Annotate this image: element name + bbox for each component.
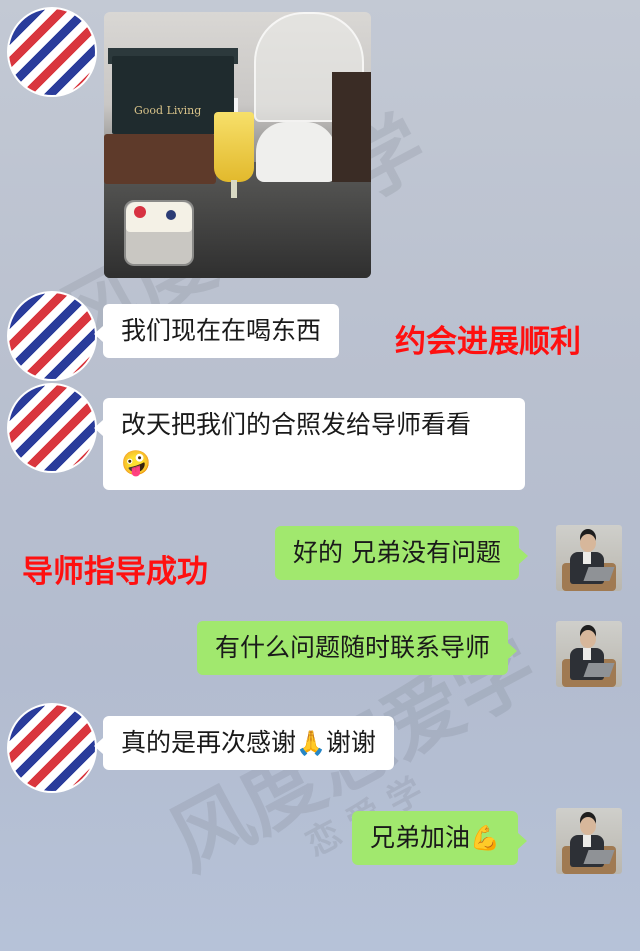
- photo-blueberry: [166, 210, 176, 220]
- message-text: 谢谢: [325, 728, 376, 757]
- chat-message-other[interactable]: 我们现在在喝东西: [93, 304, 340, 358]
- contact-avatar[interactable]: [7, 703, 97, 793]
- photo-brown-box: [332, 72, 371, 182]
- message-text: 兄弟加油: [370, 823, 471, 852]
- message-text: 改天把我们的合照发给导师看看: [121, 410, 472, 439]
- zany-face-emoji-icon: 🤪: [121, 449, 151, 477]
- avatar-person-head: [580, 630, 596, 648]
- chat-message-self[interactable]: 兄弟加油💪: [352, 811, 527, 865]
- photo-chest: [104, 134, 216, 184]
- user-avatar[interactable]: [556, 621, 622, 687]
- chat-message-self[interactable]: 有什么问题随时联系导师: [197, 621, 518, 675]
- avatar-laptop: [583, 663, 615, 677]
- message-text: 我们现在在喝东西: [121, 316, 322, 345]
- message-text: 真的是再次感谢: [121, 728, 297, 757]
- avatar-person-head: [580, 817, 596, 835]
- folded-hands-emoji-icon: 🙏: [296, 729, 326, 757]
- avatar-laptop: [583, 567, 615, 581]
- photo-message[interactable]: Good Living: [104, 12, 371, 278]
- user-avatar[interactable]: [556, 525, 622, 591]
- photo-glass-stem: [231, 180, 237, 198]
- photo-juice-glass: [214, 112, 254, 182]
- user-avatar[interactable]: [556, 808, 622, 874]
- message-text: 好的 兄弟没有问题: [293, 538, 501, 567]
- message-text: 有什么问题随时联系导师: [215, 633, 491, 662]
- photo-strawberry: [134, 206, 146, 218]
- flexed-biceps-emoji-icon: 💪: [470, 824, 500, 852]
- chat-message-self[interactable]: 好的 兄弟没有问题: [275, 526, 528, 580]
- annotation-label: 约会进展顺利: [395, 324, 581, 360]
- contact-avatar[interactable]: [7, 7, 97, 97]
- photo-box-label: Good Living: [134, 104, 202, 117]
- chat-message-other[interactable]: 真的是再次感谢🙏谢谢: [94, 716, 394, 770]
- chat-message-other[interactable]: 改天把我们的合照发给导师看看 🤪: [94, 398, 525, 490]
- avatar-person-shirt: [583, 835, 591, 847]
- avatar-person-head: [580, 534, 596, 552]
- avatar-person-shirt: [583, 648, 591, 660]
- contact-avatar[interactable]: [7, 383, 97, 473]
- photo-cake-stand: [256, 122, 336, 182]
- annotation-label: 导师指导成功: [22, 554, 208, 590]
- contact-avatar[interactable]: [7, 291, 97, 381]
- avatar-laptop: [583, 850, 615, 864]
- avatar-person-shirt: [583, 552, 591, 564]
